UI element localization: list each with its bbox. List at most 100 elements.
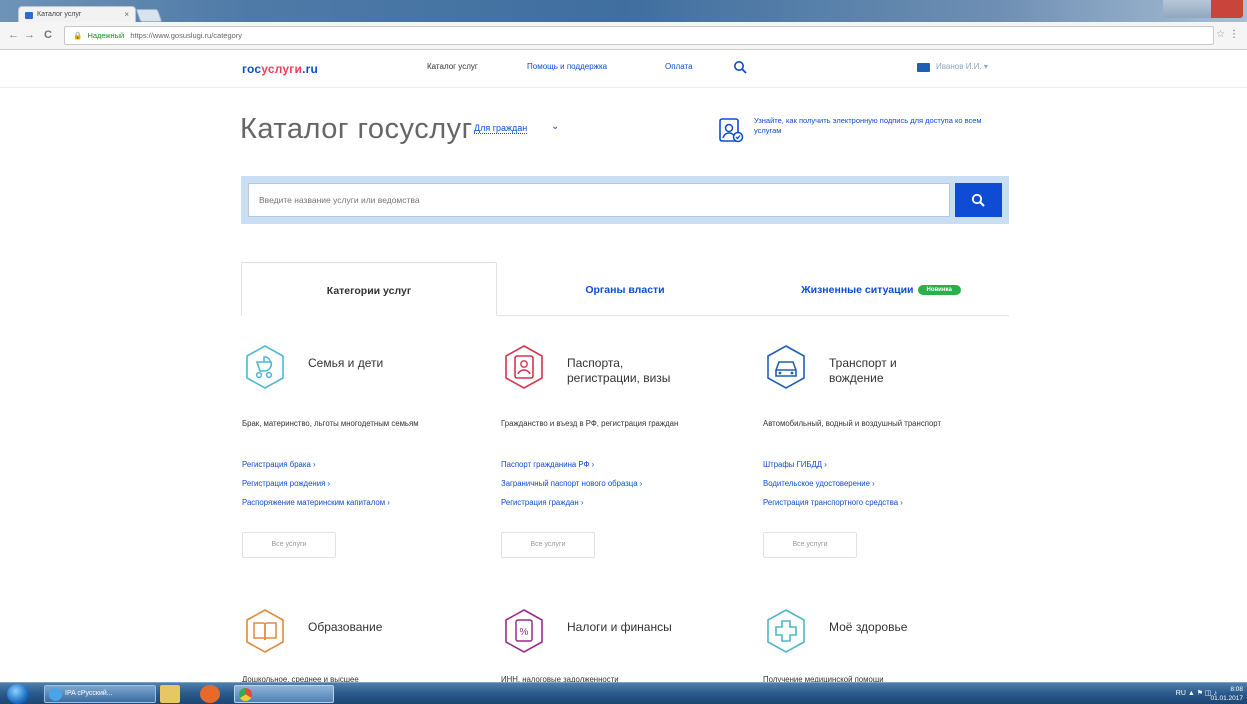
logo-uslugi: услуги bbox=[261, 62, 303, 76]
all-services-button[interactable]: Все услуги bbox=[242, 532, 336, 558]
category-title-line1: Транспорт и bbox=[829, 356, 897, 370]
car-icon[interactable] bbox=[763, 344, 809, 390]
tab-categories[interactable]: Категории услуг bbox=[241, 262, 497, 316]
nav-pay-link[interactable]: Оплата bbox=[665, 62, 693, 71]
back-button[interactable]: ← bbox=[8, 29, 19, 41]
category-description: Гражданство и въезд в РФ, регистрация гр… bbox=[501, 419, 679, 428]
logo-ru: .ru bbox=[302, 62, 318, 76]
category-title[interactable]: Образование bbox=[308, 620, 382, 635]
category-links: Регистрация брака › Регистрация рождения… bbox=[242, 460, 390, 517]
window-titlebar: Каталог услуг × bbox=[0, 0, 1247, 23]
gosuslugi-favicon-icon bbox=[25, 12, 33, 19]
service-link[interactable]: Заграничный паспорт нового образца › bbox=[501, 479, 642, 488]
category-title-line1: Паспорта, bbox=[567, 356, 624, 370]
tab-authorities[interactable]: Органы власти bbox=[497, 262, 753, 316]
browser-toolbar: ← → C 🔒 Надежный https://www.gosuslugi.r… bbox=[0, 22, 1247, 50]
site-header: госуслуги.ru Каталог услуг Помощь и подд… bbox=[0, 50, 1247, 88]
svg-text:%: % bbox=[520, 627, 529, 638]
windows-taskbar: IPA сРусский... RU ▲ ⚑ ◫ ♪ 8:08 01.01.20… bbox=[0, 682, 1247, 704]
gosuslugi-logo[interactable]: госуслуги.ru bbox=[242, 62, 318, 76]
service-link[interactable]: Водительское удостоверение › bbox=[763, 479, 903, 488]
service-link[interactable]: Регистрация брака › bbox=[242, 460, 390, 469]
service-link[interactable]: Регистрация граждан › bbox=[501, 498, 642, 507]
browser-menu-icon[interactable]: ⋮ bbox=[1229, 29, 1239, 40]
category-links: Штрафы ГИБДД › Водительское удостоверени… bbox=[763, 460, 903, 517]
tab-life-situations-label: Жизненные ситуации bbox=[801, 284, 914, 296]
service-link[interactable]: Паспорт гражданина РФ › bbox=[501, 460, 642, 469]
service-link[interactable]: Штрафы ГИБДД › bbox=[763, 460, 903, 469]
search-button[interactable] bbox=[955, 183, 1002, 217]
category-title[interactable]: Семья и дети bbox=[308, 356, 383, 371]
new-tab-button[interactable] bbox=[135, 9, 163, 22]
search-icon bbox=[971, 193, 985, 207]
category-title[interactable]: Транспорт и вождение bbox=[829, 356, 897, 386]
taskbar-ie-app[interactable]: IPA сРусский... bbox=[44, 685, 156, 703]
book-icon[interactable] bbox=[242, 608, 288, 654]
category-title[interactable]: Моё здоровье bbox=[829, 620, 907, 635]
category-title[interactable]: Паспорта, регистрации, визы bbox=[567, 356, 670, 386]
category-description: Дошкольное, среднее и высшее bbox=[242, 675, 359, 682]
address-bar[interactable]: 🔒 Надежный https://www.gosuslugi.ru/cate… bbox=[64, 26, 1214, 45]
service-link[interactable]: Регистрация транспортного средства › bbox=[763, 498, 903, 507]
service-link[interactable]: Регистрация рождения › bbox=[242, 479, 390, 488]
forward-button[interactable]: → bbox=[24, 29, 35, 41]
window-controls bbox=[1163, 0, 1243, 18]
passport-icon[interactable] bbox=[501, 344, 547, 390]
category-title-line2: вождение bbox=[829, 371, 884, 385]
category-card-transport: Транспорт и вождение Автомобильный, водн… bbox=[763, 344, 999, 564]
category-description: Получение медицинской помощи bbox=[763, 675, 884, 682]
medical-cross-icon[interactable] bbox=[763, 608, 809, 654]
stroller-icon[interactable] bbox=[242, 344, 288, 390]
category-description: ИНН, налоговые задолженности bbox=[501, 675, 619, 682]
service-search-input[interactable] bbox=[248, 183, 950, 217]
all-services-button[interactable]: Все услуги bbox=[763, 532, 857, 558]
catalog-tabs: Категории услуг Органы власти Жизненные … bbox=[241, 262, 1009, 316]
esign-info-link[interactable]: Узнайте, как получить электронную подпис… bbox=[754, 116, 984, 136]
category-card-health: Моё здоровье Получение медицинской помощ… bbox=[763, 608, 999, 682]
nav-catalog-link[interactable]: Каталог услуг bbox=[427, 62, 478, 71]
taskbar-media-player-icon[interactable] bbox=[200, 685, 220, 703]
tab-title: Каталог услуг bbox=[37, 11, 82, 18]
audience-selector[interactable]: Для граждан bbox=[474, 123, 528, 134]
nav-help-link[interactable]: Помощь и поддержка bbox=[527, 62, 607, 71]
page-title: Каталог госуслуг bbox=[240, 113, 473, 145]
category-card-passports: Паспорта, регистрации, визы Гражданство … bbox=[501, 344, 737, 564]
all-services-button[interactable]: Все услуги bbox=[501, 532, 595, 558]
close-tab-icon[interactable]: × bbox=[124, 10, 129, 19]
reload-button[interactable]: C bbox=[44, 29, 52, 41]
logo-gos: гос bbox=[242, 62, 262, 76]
category-card-family: Семья и дети Брак, материнство, льготы м… bbox=[242, 344, 478, 564]
electronic-signature-icon bbox=[719, 118, 744, 143]
category-title-line1: Семья и дети bbox=[308, 356, 384, 370]
lock-icon: 🔒 bbox=[73, 31, 83, 40]
category-links: Паспорт гражданина РФ › Заграничный пасп… bbox=[501, 460, 642, 517]
clock-date: 01.01.2017 bbox=[1210, 695, 1243, 702]
taskbar-clock[interactable]: 8:08 01.01.2017 bbox=[1210, 685, 1243, 703]
category-title[interactable]: Налоги и финансы bbox=[567, 620, 672, 635]
category-card-education: Образование Дошкольное, среднее и высшее bbox=[242, 608, 478, 682]
url-text: https://www.gosuslugi.ru/category bbox=[130, 31, 243, 40]
internet-explorer-icon bbox=[49, 688, 62, 701]
category-title-line2: регистрации, визы bbox=[567, 371, 671, 385]
window-close-button[interactable] bbox=[1211, 0, 1243, 18]
secure-label: Надежный bbox=[87, 31, 125, 40]
header-search-icon[interactable] bbox=[733, 60, 747, 74]
tax-document-icon[interactable]: % bbox=[501, 608, 547, 654]
bookmark-star-icon[interactable]: ☆ bbox=[1216, 29, 1225, 40]
taskbar-explorer-icon[interactable] bbox=[160, 685, 180, 703]
start-button[interactable] bbox=[7, 684, 29, 704]
chevron-down-icon[interactable]: ⌄ bbox=[551, 121, 559, 132]
user-menu[interactable]: Иванов И.И. ▾ bbox=[936, 62, 988, 71]
taskbar-ie-label: IPA сРусский... bbox=[65, 690, 113, 697]
new-badge: Новинка bbox=[917, 285, 961, 296]
category-card-taxes: % Налоги и финансы ИНН, налоговые задолж… bbox=[501, 608, 737, 682]
category-description: Автомобильный, водный и воздушный трансп… bbox=[763, 419, 942, 428]
messages-icon[interactable] bbox=[917, 63, 930, 72]
category-description: Брак, материнство, льготы многодетным се… bbox=[242, 419, 419, 428]
taskbar-chrome-app[interactable] bbox=[234, 685, 334, 703]
service-link[interactable]: Распоряжение материнским капиталом › bbox=[242, 498, 390, 507]
browser-tab[interactable]: Каталог услуг × bbox=[18, 6, 136, 23]
clock-time: 8:08 bbox=[1230, 686, 1243, 693]
chrome-icon bbox=[239, 688, 252, 701]
tab-life-situations[interactable]: Жизненные ситуации Новинка bbox=[753, 262, 1009, 316]
